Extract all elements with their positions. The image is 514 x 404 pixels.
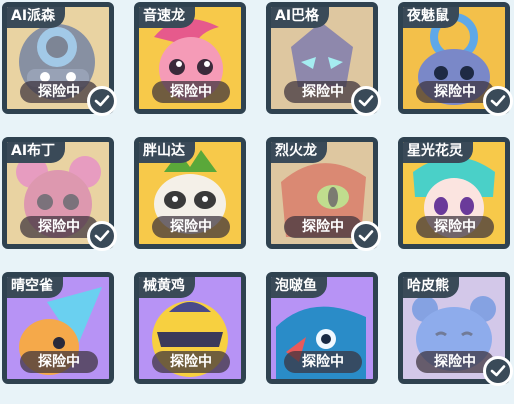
pet-name: 星光花灵 — [403, 142, 473, 163]
status-badge: 探险中 — [152, 351, 230, 373]
pet-card-paoboyu[interactable]: 泡啵鱼 探险中 — [266, 272, 378, 384]
pet-name: 烈火龙 — [271, 142, 327, 163]
pet-name: 泡啵鱼 — [271, 277, 327, 298]
pet-name: 哈皮熊 — [403, 277, 459, 298]
pet-card-pangshanda[interactable]: 胖山达 探险中 — [134, 137, 246, 249]
pet-card-qingkongque[interactable]: 晴空雀 探险中 — [2, 272, 114, 384]
pet-card-xingguanghualing[interactable]: 星光花灵 探险中 — [398, 137, 510, 249]
pet-name: AI布丁 — [7, 142, 66, 163]
pet-grid: AI派森 探险中 音速龙 探险中 AI巴格 探险中 夜魅鼠 探险中 AI布丁 探… — [0, 0, 514, 404]
status-badge: 探险中 — [20, 351, 98, 373]
status-badge: 探险中 — [152, 81, 230, 103]
pet-name: 夜魅鼠 — [403, 7, 459, 28]
status-badge: 探险中 — [284, 351, 362, 373]
pet-name: 音速龙 — [139, 7, 195, 28]
pet-name: 晴空雀 — [7, 277, 63, 298]
check-icon — [351, 221, 381, 251]
pet-name: 械黄鸡 — [139, 277, 195, 298]
pet-card-yinsulong[interactable]: 音速龙 探险中 — [134, 2, 246, 114]
pet-name: AI派森 — [7, 7, 66, 28]
check-icon — [87, 86, 117, 116]
check-icon — [351, 86, 381, 116]
status-badge: 探险中 — [152, 216, 230, 238]
status-badge: 探险中 — [416, 216, 494, 238]
pet-name: 胖山达 — [139, 142, 195, 163]
pet-name: AI巴格 — [271, 7, 330, 28]
check-icon — [483, 356, 513, 386]
pet-card-xiehuangji[interactable]: 械黄鸡 探险中 — [134, 272, 246, 384]
check-icon — [87, 221, 117, 251]
check-icon — [483, 86, 513, 116]
